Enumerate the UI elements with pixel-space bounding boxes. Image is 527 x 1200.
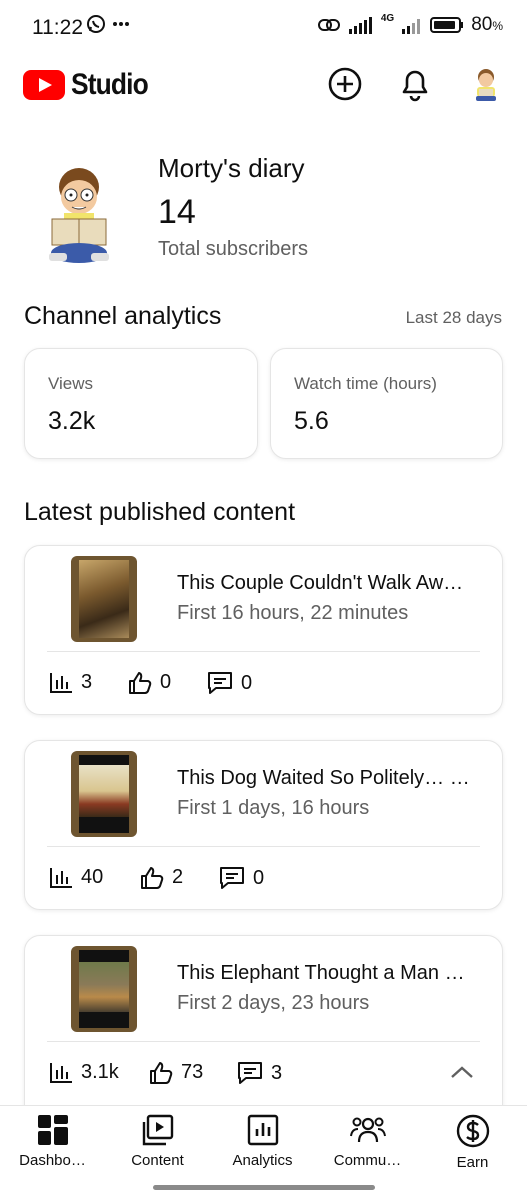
youtube-studio-logo[interactable]: Studio: [23, 68, 158, 102]
views-count: 40: [81, 866, 104, 888]
logo-text: Studio: [71, 68, 149, 101]
community-icon: [349, 1117, 386, 1143]
whatsapp-icon: [87, 15, 105, 33]
comments-count: 0: [253, 866, 265, 889]
collapse-button[interactable]: [449, 1064, 475, 1085]
channel-summary: Morty's diary 14 Total subscribers: [0, 145, 527, 275]
bell-icon: [402, 70, 428, 102]
signal-icon: [348, 17, 372, 34]
comments-count: 3: [271, 1061, 283, 1084]
notifications-button[interactable]: [395, 64, 435, 104]
likes-stat: 2: [140, 866, 183, 889]
video-subtitle: First 1 days, 16 hours: [177, 797, 370, 819]
comment-icon: [208, 672, 232, 694]
video-thumbnail[interactable]: [71, 751, 137, 837]
video-title: This Elephant Thought a Man …: [177, 962, 465, 984]
thumbs-up-icon: [129, 671, 152, 694]
network-type: 4G: [380, 12, 395, 24]
video-card[interactable]: This Dog Waited So Politely… … First 1 d…: [24, 740, 503, 910]
content-icon: [142, 1114, 173, 1146]
account-button[interactable]: [466, 64, 506, 104]
create-button[interactable]: [325, 64, 365, 104]
analytics-period: Last 28 days: [405, 308, 502, 327]
video-card[interactable]: This Elephant Thought a Man … First 2 da…: [24, 935, 503, 1125]
battery-icon: [430, 17, 464, 33]
bar-chart-icon: [50, 1062, 72, 1083]
video-thumbnail[interactable]: [71, 556, 137, 642]
likes-count: 0: [160, 671, 172, 693]
status-bar: 11:22 4G 80%: [0, 0, 527, 56]
home-indicator[interactable]: [153, 1185, 375, 1190]
youtube-logo-icon: [23, 70, 65, 100]
link-icon: [317, 19, 340, 31]
video-subtitle: First 16 hours, 22 minutes: [177, 602, 409, 624]
likes-count: 73: [181, 1061, 204, 1083]
chevron-up-icon: [451, 1066, 473, 1078]
metric-label: Watch time (hours): [294, 374, 437, 393]
dashboard-icon: [37, 1115, 68, 1145]
video-card[interactable]: This Couple Couldn't Walk Aw… First 16 h…: [24, 545, 503, 715]
analytics-title: Channel analytics: [24, 302, 222, 330]
bar-chart-icon: [50, 867, 72, 888]
views-stat: 40: [49, 866, 103, 889]
metric-value: 3.2k: [48, 407, 96, 435]
likes-count: 2: [172, 866, 184, 888]
views-stat: 3.1k: [49, 1061, 119, 1084]
metric-value: 5.6: [294, 407, 329, 435]
divider: [47, 1041, 480, 1042]
latest-content-title: Latest published content: [24, 498, 296, 526]
signal-2-icon: [402, 19, 421, 34]
nav-label: Commu…: [333, 1152, 402, 1169]
analytics-icon: [247, 1114, 278, 1146]
nav-label: Earn: [456, 1154, 489, 1171]
app-header: Studio: [0, 60, 527, 112]
comments-stat: 0: [207, 671, 252, 695]
thumbs-up-icon: [141, 866, 164, 889]
video-thumbnail[interactable]: [71, 946, 137, 1032]
thumbs-up-icon: [150, 1061, 173, 1084]
nav-content[interactable]: Content: [105, 1114, 210, 1169]
earn-icon: [456, 1114, 489, 1148]
channel-avatar[interactable]: [44, 165, 114, 265]
views-stat: 3: [49, 671, 92, 694]
watch-time-card[interactable]: Watch time (hours) 5.6: [270, 348, 503, 459]
likes-stat: 0: [128, 671, 171, 694]
nav-label: Content: [131, 1152, 184, 1169]
nav-analytics[interactable]: Analytics: [210, 1114, 315, 1169]
subscriber-count: 14: [158, 193, 196, 231]
nav-label: Analytics: [232, 1152, 293, 1169]
comments-stat: 0: [219, 866, 264, 890]
views-count: 3: [81, 671, 93, 693]
comment-icon: [220, 867, 244, 889]
likes-stat: 73: [149, 1061, 203, 1084]
channel-name: Morty's diary: [158, 153, 305, 183]
create-icon: [328, 67, 362, 101]
comments-stat: 3: [237, 1061, 282, 1085]
nav-label: Dashbo…: [19, 1152, 86, 1169]
video-title: This Dog Waited So Politely… …: [177, 767, 470, 789]
comments-count: 0: [241, 671, 253, 694]
nav-dashboard[interactable]: Dashbo…: [0, 1114, 105, 1169]
nav-earn[interactable]: Earn: [420, 1114, 525, 1171]
bar-chart-icon: [50, 672, 72, 693]
comment-icon: [238, 1062, 262, 1084]
more-notifications-icon: [113, 22, 129, 26]
subscriber-label: Total subscribers: [158, 238, 309, 260]
divider: [47, 846, 480, 847]
video-subtitle: First 2 days, 23 hours: [177, 992, 370, 1014]
video-title: This Couple Couldn't Walk Aw…: [177, 572, 464, 594]
divider: [47, 651, 480, 652]
account-avatar: [476, 69, 496, 101]
status-time: 11:22: [32, 16, 83, 39]
views-count: 3.1k: [81, 1061, 119, 1083]
views-card[interactable]: Views 3.2k: [24, 348, 258, 459]
metric-label: Views: [48, 374, 94, 393]
battery-level: 80%: [471, 14, 503, 35]
nav-community[interactable]: Commu…: [315, 1114, 420, 1169]
